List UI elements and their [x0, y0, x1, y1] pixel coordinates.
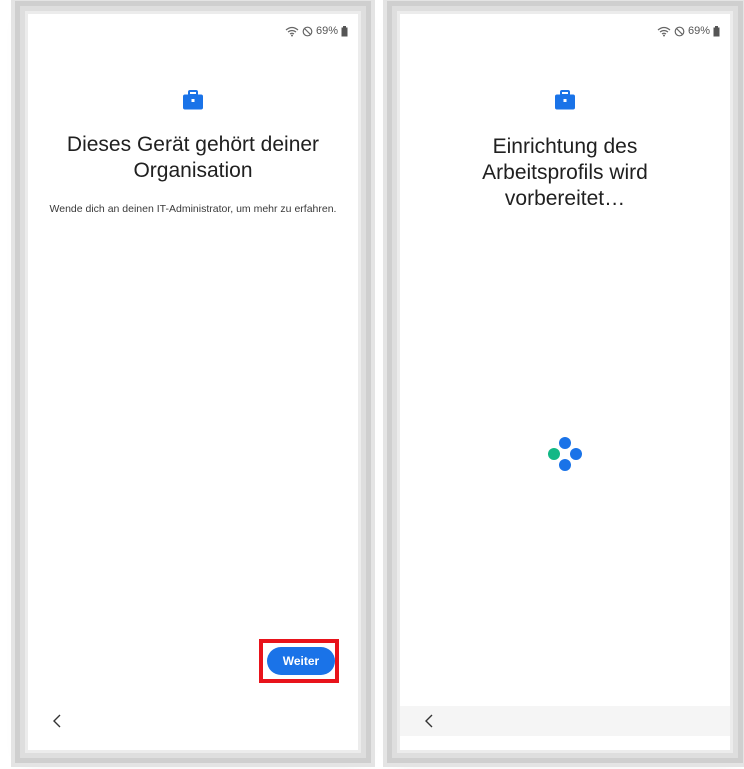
page-title: Dieses Gerät gehört deiner Organisation — [66, 133, 320, 182]
back-arrow-icon[interactable] — [424, 714, 434, 728]
page-title: Einrichtung des Arbeitsprofils wird vorb… — [482, 135, 648, 210]
briefcase-icon — [183, 90, 203, 110]
do-not-disturb-icon — [302, 26, 313, 36]
right-phone-screen: 69% Einrichtung des Arbeitsprofils wird … — [400, 14, 730, 750]
navigation-bar — [28, 706, 358, 736]
briefcase-icon — [555, 90, 575, 110]
navigation-bar — [400, 706, 730, 736]
left-phone-screen: 69% Dieses Gerät gehört deiner Organisat… — [28, 14, 358, 750]
battery-percent: 69% — [687, 25, 710, 37]
page-subtitle: Wende dich an deinen IT-Administrator, u… — [49, 203, 337, 215]
battery-icon — [341, 25, 348, 36]
wifi-icon — [657, 26, 671, 36]
do-not-disturb-icon — [674, 26, 685, 36]
wifi-icon — [285, 26, 299, 36]
battery-percent: 69% — [315, 25, 338, 37]
loading-spinner-icon — [548, 437, 582, 471]
next-button[interactable]: Weiter — [267, 647, 335, 675]
battery-icon — [713, 25, 720, 36]
status-bar: 69% — [657, 25, 720, 37]
status-bar: 69% — [285, 25, 348, 37]
back-arrow-icon[interactable] — [52, 714, 62, 728]
